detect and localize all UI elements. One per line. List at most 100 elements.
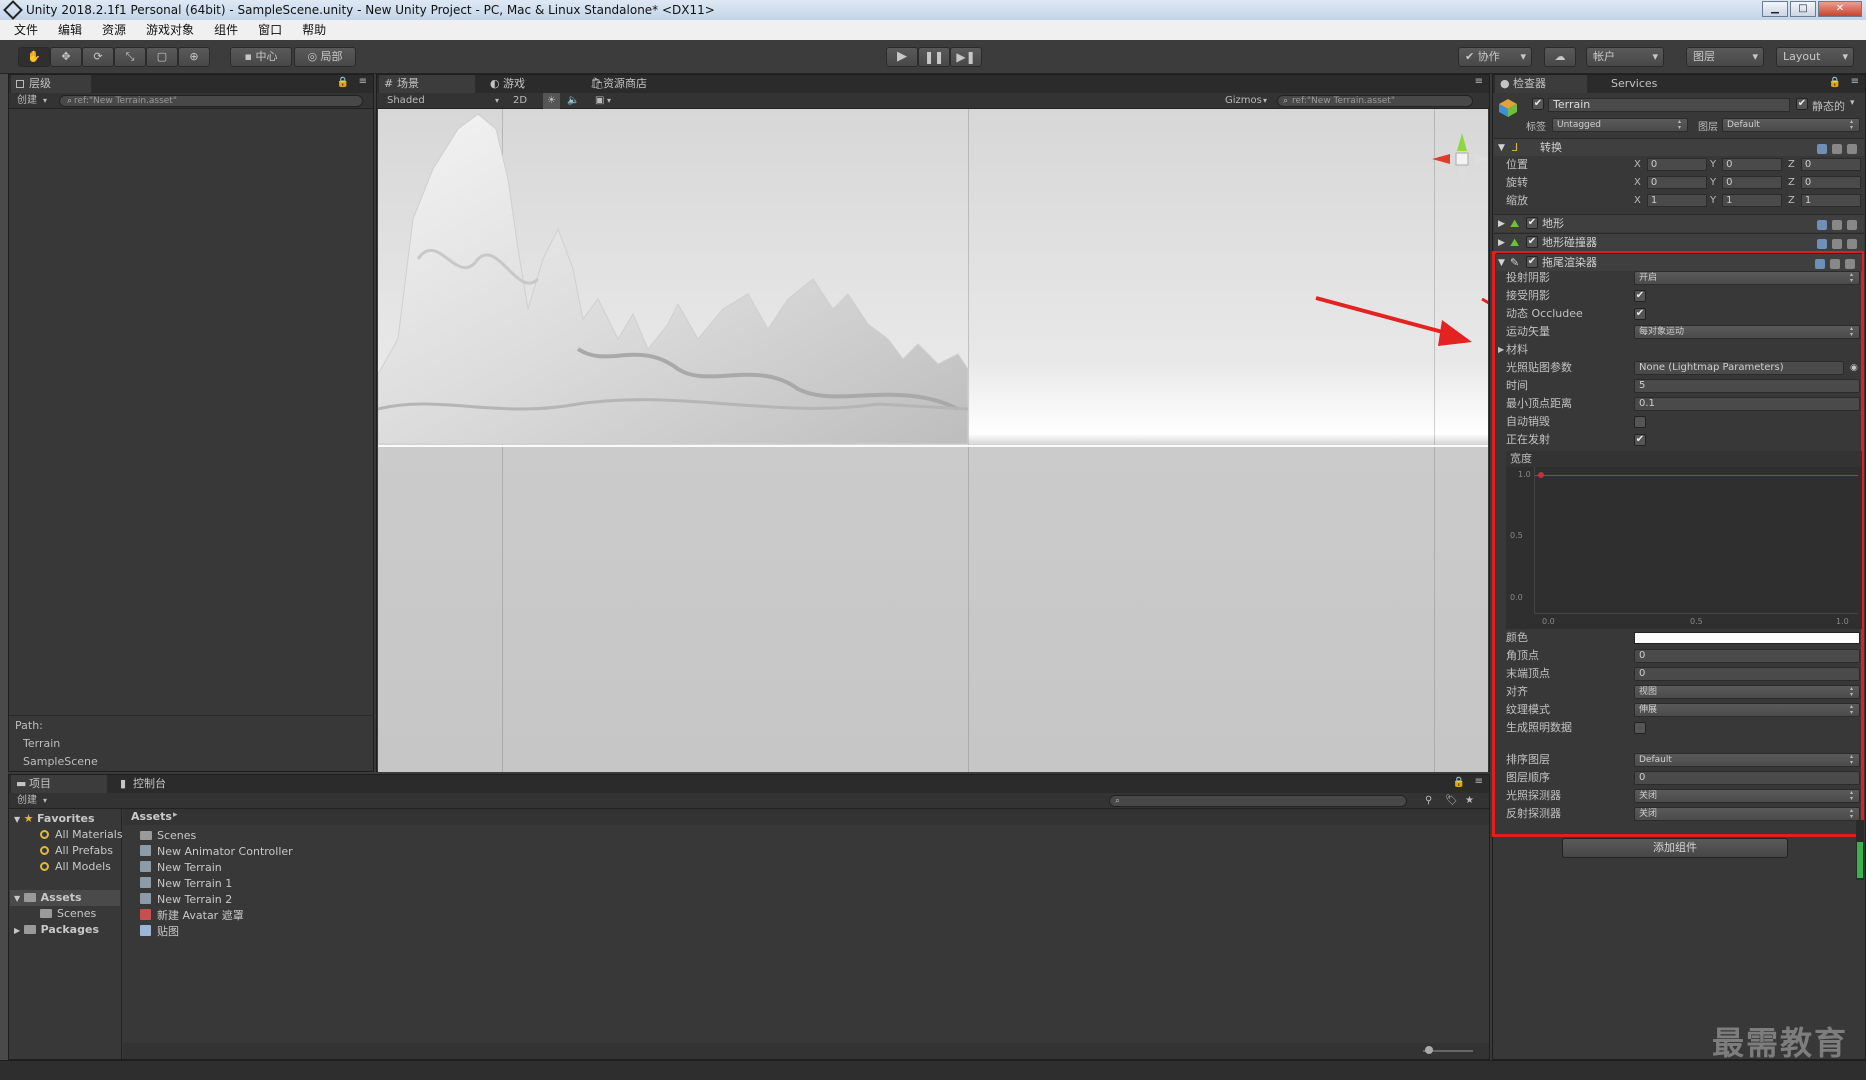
autodestruct-checkbox[interactable]	[1634, 416, 1646, 428]
panel-menu-icon[interactable]: ≡	[1475, 76, 1483, 87]
position-z-field[interactable]: 0	[1800, 158, 1861, 171]
help-icon[interactable]	[1817, 239, 1827, 249]
create-dropdown[interactable]: 创建	[17, 793, 37, 809]
reflection-probes-dropdown[interactable]: 关闭	[1634, 807, 1860, 821]
time-field[interactable]: 5	[1634, 379, 1860, 393]
account-dropdown[interactable]: 帐户 ▾	[1586, 47, 1664, 67]
pause-button[interactable]: ❚❚	[918, 47, 950, 67]
tab-hierarchy[interactable]: 层级	[11, 75, 91, 93]
asset-item-texture[interactable]: 贴图	[140, 924, 179, 940]
scale-x-field[interactable]: 1	[1646, 194, 1707, 207]
help-icon[interactable]	[1817, 144, 1827, 154]
tab-asset-store[interactable]: 🛍 资源商店	[585, 75, 685, 93]
order-in-layer-field[interactable]: 0	[1634, 771, 1860, 785]
color-gradient-field[interactable]	[1634, 632, 1860, 644]
asset-item-animator[interactable]: New Animator Controller	[140, 844, 293, 860]
terrain-enabled-checkbox[interactable]: ✔	[1526, 217, 1538, 229]
move-tool-button[interactable]: ✥	[50, 47, 82, 67]
rotation-z-field[interactable]: 0	[1800, 176, 1861, 189]
asset-item-terrain[interactable]: New Terrain	[140, 860, 222, 876]
panel-menu-icon[interactable]: ≡	[1851, 76, 1859, 87]
hierarchy-search-input[interactable]: ref:"New Terrain.asset"	[59, 95, 363, 107]
panel-menu-icon[interactable]: ≡	[1475, 776, 1483, 787]
rotation-z[interactable]: Z0	[1788, 176, 1861, 190]
icon-size-slider-thumb[interactable]	[1425, 1046, 1433, 1054]
scene-search-input[interactable]: ref:"New Terrain.asset"	[1277, 95, 1473, 107]
effects-toggle-icon[interactable]: ▣	[595, 93, 604, 109]
gear-icon[interactable]	[1845, 259, 1855, 269]
curve-keyframe[interactable]	[1538, 472, 1544, 478]
help-icon[interactable]	[1815, 259, 1825, 269]
scale-y[interactable]: Y1	[1710, 194, 1783, 208]
toggle-2d-button[interactable]: 2D	[513, 93, 527, 109]
transform-tool-button[interactable]: ⊕	[178, 47, 210, 67]
rotate-tool-button[interactable]: ⟳	[82, 47, 114, 67]
step-button[interactable]: ▶❚	[950, 47, 982, 67]
cloud-button[interactable]: ☁	[1544, 47, 1576, 67]
scale-x[interactable]: X1	[1634, 194, 1707, 208]
alignment-dropdown[interactable]: 视图	[1634, 685, 1860, 699]
filter-type-icon[interactable]: ⚲	[1425, 793, 1432, 809]
scrollbar-thumb[interactable]	[1857, 842, 1863, 878]
gizmos-dropdown[interactable]: Gizmos	[1225, 93, 1262, 109]
position-x-field[interactable]: 0	[1646, 158, 1707, 171]
asset-item-terrain-2[interactable]: New Terrain 2	[140, 892, 232, 908]
orientation-gizmo[interactable]	[1428, 129, 1488, 199]
tag-dropdown[interactable]: Untagged	[1552, 118, 1688, 132]
tab-project[interactable]: ▬ 项目	[11, 775, 107, 793]
rotation-y-field[interactable]: 0	[1722, 176, 1783, 189]
shade-mode-dropdown[interactable]: Shaded	[387, 93, 425, 109]
assets-scenes-node[interactable]: Scenes	[40, 906, 96, 922]
position-z[interactable]: Z0	[1788, 158, 1861, 172]
favorite-all-prefabs[interactable]: All Prefabs	[40, 843, 113, 859]
rect-tool-button[interactable]: ▢	[146, 47, 178, 67]
preset-icon[interactable]	[1832, 144, 1842, 154]
component-actions[interactable]	[1810, 257, 1858, 269]
menu-window[interactable]: 窗口	[244, 20, 288, 40]
asset-item-scenes[interactable]: Scenes	[140, 828, 196, 844]
favorites-node[interactable]: ▼ ★ Favorites	[14, 811, 95, 827]
occludee-checkbox[interactable]: ✔	[1634, 308, 1646, 320]
gear-icon[interactable]	[1847, 239, 1857, 249]
lightmap-field[interactable]: None (Lightmap Parameters)	[1634, 361, 1844, 375]
component-actions[interactable]	[1812, 218, 1860, 230]
inspector-scrollbar[interactable]	[1856, 820, 1864, 880]
transform-header[interactable]: ▼ ⅃ 转换	[1494, 138, 1864, 156]
static-checkbox[interactable]: ✔	[1796, 98, 1808, 110]
gear-icon[interactable]	[1847, 220, 1857, 230]
layer-dropdown[interactable]: Default	[1722, 118, 1860, 132]
width-curve-editor[interactable]: 1.0 0.5 0.0 0.0 0.5 1.0	[1506, 467, 1862, 629]
terrain-collider-header[interactable]: ▶ ⛰ ✔ 地形碰撞器	[1494, 233, 1864, 251]
assets-node[interactable]: ▼ Assets	[10, 890, 120, 906]
collider-enabled-checkbox[interactable]: ✔	[1526, 236, 1538, 248]
receive-shadows-checkbox[interactable]: ✔	[1634, 290, 1646, 302]
favorite-all-materials[interactable]: All Materials	[40, 827, 123, 843]
object-name-field[interactable]: Terrain	[1548, 98, 1790, 112]
menu-assets[interactable]: 资源	[88, 20, 132, 40]
object-picker-icon[interactable]: ◉	[1850, 360, 1858, 376]
rotation-x[interactable]: X0	[1634, 176, 1707, 190]
path-item-terrain[interactable]: Terrain	[23, 737, 60, 750]
sorting-layer-dropdown[interactable]: Default	[1634, 753, 1860, 767]
layout-dropdown[interactable]: Layout ▾	[1776, 47, 1854, 67]
scale-z-field[interactable]: 1	[1800, 194, 1861, 207]
generate-lighting-checkbox[interactable]	[1634, 722, 1646, 734]
rotation-y[interactable]: Y0	[1710, 176, 1783, 190]
position-y-field[interactable]: 0	[1722, 158, 1783, 171]
filter-label-icon[interactable]: 🏷	[1445, 793, 1458, 809]
hand-tool-button[interactable]: ✋	[18, 47, 50, 67]
component-actions[interactable]	[1812, 142, 1860, 154]
close-button[interactable]: ✕	[1818, 1, 1862, 17]
lock-icon[interactable]: 🔒	[1453, 777, 1465, 788]
corner-vertices-field[interactable]: 0	[1634, 649, 1860, 663]
texture-mode-dropdown[interactable]: 伸展	[1634, 703, 1860, 717]
pivot-toggle[interactable]: ▪ 中心	[230, 47, 292, 67]
project-search-input[interactable]	[1109, 795, 1407, 807]
tab-console[interactable]: ▮ 控制台	[115, 775, 205, 793]
breadcrumb-assets[interactable]: Assets	[131, 810, 172, 823]
packages-node[interactable]: ▶ Packages	[14, 922, 99, 938]
position-y[interactable]: Y0	[1710, 158, 1783, 172]
preset-icon[interactable]	[1832, 220, 1842, 230]
active-checkbox[interactable]: ✔	[1532, 98, 1544, 110]
width-curve-line[interactable]	[1534, 475, 1858, 476]
